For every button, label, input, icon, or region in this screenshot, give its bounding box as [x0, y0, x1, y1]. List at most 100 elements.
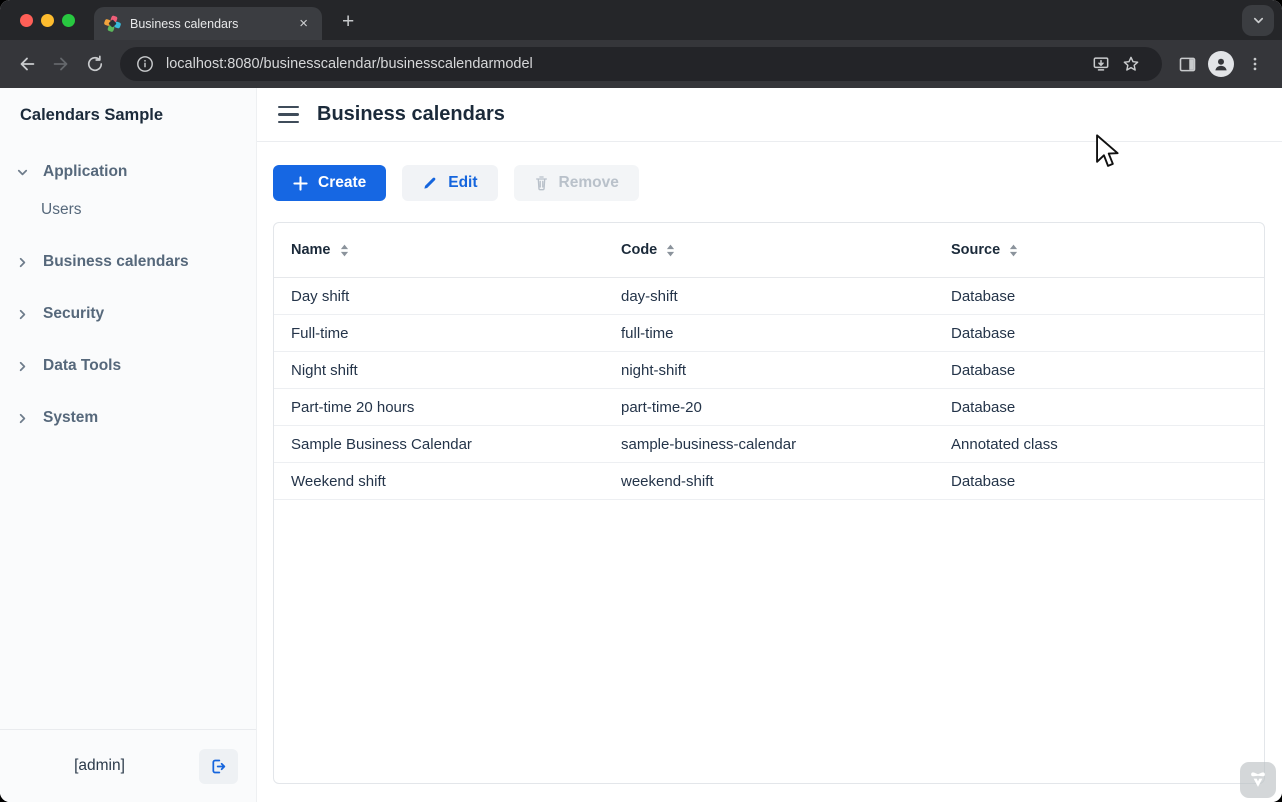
table-cell: night-shift [604, 362, 934, 379]
current-user-label: [admin] [0, 757, 199, 775]
minimize-window-button[interactable] [41, 14, 54, 27]
forward-button[interactable] [44, 47, 78, 81]
column-header-code[interactable]: Code [604, 242, 934, 258]
sidebar-item-business-calendars[interactable]: Business calendars [0, 247, 256, 277]
info-icon [136, 55, 154, 73]
sort-icon [340, 244, 349, 257]
table-row[interactable]: Day shiftday-shiftDatabase [274, 278, 1264, 315]
reload-icon [85, 54, 105, 74]
table-cell: Full-time [274, 325, 604, 342]
hamburger-icon [278, 106, 299, 108]
sidebar-footer: [admin] [0, 729, 256, 802]
zoom-window-button[interactable] [62, 14, 75, 27]
vaadin-dev-icon [1247, 769, 1269, 791]
sidebar-item-application[interactable]: Application [0, 157, 256, 187]
table-row[interactable]: Sample Business Calendarsample-business-… [274, 426, 1264, 463]
favicon-icon [104, 15, 121, 32]
browser-tab[interactable]: Business calendars × [94, 7, 322, 40]
app-title: Calendars Sample [0, 88, 256, 133]
chevron-right-icon [16, 360, 29, 373]
install-icon [1091, 54, 1111, 74]
table-row[interactable]: Weekend shiftweekend-shiftDatabase [274, 463, 1264, 500]
table-cell: weekend-shift [604, 473, 934, 490]
sidebar-item-system[interactable]: System [0, 403, 256, 433]
window-controls [20, 14, 75, 27]
table-cell: Sample Business Calendar [274, 436, 604, 453]
table-cell: part-time-20 [604, 399, 934, 416]
table-cell: Night shift [274, 362, 604, 379]
sort-icon [1009, 244, 1018, 257]
install-app-button[interactable] [1086, 47, 1116, 81]
chevron-right-icon [16, 256, 29, 269]
trash-icon [534, 175, 549, 191]
grid-header: Name Code Source [274, 223, 1264, 278]
pencil-icon [422, 175, 438, 191]
reload-button[interactable] [78, 47, 112, 81]
logout-button[interactable] [199, 749, 238, 784]
table-row[interactable]: Part-time 20 hourspart-time-20Database [274, 389, 1264, 426]
chevron-right-icon [16, 308, 29, 321]
tab-search-button[interactable] [1242, 5, 1274, 36]
table-row[interactable]: Night shiftnight-shiftDatabase [274, 352, 1264, 389]
main-panel: Business calendars Create Edit Remove [257, 88, 1282, 802]
column-header-name[interactable]: Name [274, 242, 604, 258]
side-panel-button[interactable] [1170, 47, 1204, 81]
table-cell: sample-business-calendar [604, 436, 934, 453]
column-header-source[interactable]: Source [934, 242, 1264, 258]
address-bar[interactable]: localhost:8080/businesscalendar/business… [120, 47, 1162, 81]
new-tab-button[interactable]: + [336, 8, 360, 36]
table-cell: Database [934, 325, 1264, 342]
forward-icon [50, 53, 72, 75]
sidebar-nav: Application Users Business calendars Securi… [0, 133, 256, 729]
sidebar-item-security[interactable]: Security [0, 299, 256, 329]
profile-icon [1212, 55, 1230, 73]
data-grid: Name Code Source Day shiftday-shiftDatab… [273, 222, 1265, 784]
table-cell: full-time [604, 325, 934, 342]
avatar [1208, 51, 1234, 77]
table-cell: day-shift [604, 288, 934, 305]
sidebar-item-data-tools[interactable]: Data Tools [0, 351, 256, 381]
drawer-toggle-button[interactable] [278, 102, 299, 127]
table-cell: Database [934, 362, 1264, 379]
sort-icon [666, 244, 675, 257]
side-panel-icon [1177, 54, 1198, 75]
table-cell: Weekend shift [274, 473, 604, 490]
chevron-right-icon [16, 412, 29, 425]
tab-title: Business calendars [130, 17, 295, 31]
browser-menu-button[interactable] [1238, 47, 1272, 81]
table-cell: Database [934, 288, 1264, 305]
close-window-button[interactable] [20, 14, 33, 27]
table-cell: Day shift [274, 288, 604, 305]
table-cell: Annotated class [934, 436, 1264, 453]
back-button[interactable] [10, 47, 44, 81]
edit-button[interactable]: Edit [402, 165, 497, 201]
table-cell: Part-time 20 hours [274, 399, 604, 416]
chevron-down-icon [16, 166, 29, 179]
sidebar: Calendars Sample Application Users Busines… [0, 88, 257, 802]
vaadin-dev-tools-button[interactable] [1240, 762, 1276, 798]
grid-body: Day shiftday-shiftDatabaseFull-timefull-… [274, 278, 1264, 500]
action-buttons: Create Edit Remove [257, 142, 1282, 201]
remove-button[interactable]: Remove [514, 165, 639, 201]
table-cell: Database [934, 399, 1264, 416]
tab-close-icon[interactable]: × [295, 14, 312, 33]
tab-strip: Business calendars × + [0, 0, 1282, 40]
back-icon [16, 53, 38, 75]
table-row[interactable]: Full-timefull-timeDatabase [274, 315, 1264, 352]
browser-toolbar: localhost:8080/businesscalendar/business… [0, 40, 1282, 88]
sidebar-item-users[interactable]: Users [0, 195, 256, 225]
url-text: localhost:8080/businesscalendar/business… [166, 56, 533, 72]
bookmark-star-icon [1121, 54, 1141, 74]
table-cell: Database [934, 473, 1264, 490]
app-viewport: Calendars Sample ApplicationUsersBusines… [0, 88, 1282, 802]
bookmark-button[interactable] [1116, 47, 1146, 81]
chevron-down-icon [1252, 14, 1265, 27]
page-title: Business calendars [317, 103, 505, 126]
create-button[interactable]: Create [273, 165, 386, 201]
plus-icon [293, 176, 308, 191]
menu-dots-icon [1246, 55, 1264, 73]
view-header: Business calendars [257, 88, 1282, 142]
browser-window: Business calendars × + localhost:8080/bu… [0, 0, 1282, 802]
profile-button[interactable] [1204, 47, 1238, 81]
logout-icon [209, 757, 228, 776]
